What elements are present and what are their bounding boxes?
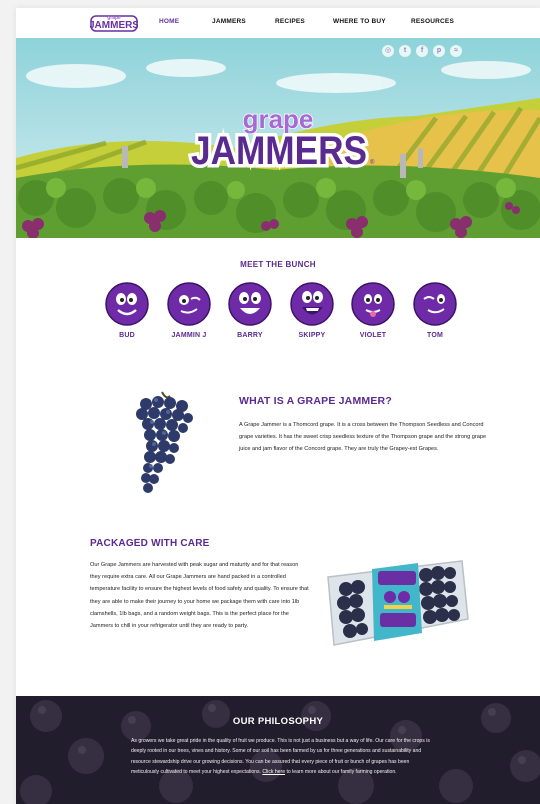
meet-the-bunch-title: MEET THE BUNCH — [240, 260, 316, 269]
instagram-icon[interactable]: ◎ — [382, 45, 394, 57]
svg-text:JAMMERS: JAMMERS — [191, 129, 367, 173]
character-name: VIOLET — [359, 332, 387, 339]
facebook-icon[interactable]: f — [416, 45, 428, 57]
character-name: SKIPPY — [298, 332, 326, 339]
page: JAMMERS grape HOME JAMMERS RECIPES WHERE… — [16, 8, 540, 804]
packaged-body: Our Grape Jammers are harvested with pea… — [90, 562, 309, 630]
social-links: ◎ t f p ≈ — [382, 45, 462, 57]
bud-face-icon — [105, 282, 149, 326]
twitter-icon[interactable]: t — [399, 45, 411, 57]
pinterest-icon[interactable]: p — [433, 45, 445, 57]
hero-illustration: grape JAMMERS ® — [16, 38, 540, 238]
philosophy-title: OUR PHILOSOPHY — [232, 716, 324, 727]
packaged-title: PACKAGED WITH CARE — [90, 538, 210, 549]
character-name: BUD — [119, 332, 135, 339]
character-skippy[interactable]: SKIPPY — [287, 282, 337, 339]
nav-recipes[interactable]: RECIPES — [275, 18, 305, 25]
philosophy-body: As growers we take great pride in the qu… — [131, 736, 431, 777]
tom-face-icon — [413, 282, 457, 326]
svg-text:JAMMERS: JAMMERS — [90, 20, 138, 31]
clamshell-image — [327, 560, 469, 646]
character-bud[interactable]: BUD — [102, 282, 152, 339]
nav-where-to-buy[interactable]: WHERE TO BUY — [333, 18, 386, 25]
nav-home[interactable]: HOME — [159, 18, 179, 25]
character-name: BARRY — [237, 332, 263, 339]
character-jammin-j[interactable]: JAMMIN J — [164, 282, 214, 339]
character-name: JAMMIN J — [171, 332, 207, 339]
nav-resources[interactable]: RESOURCES — [411, 18, 454, 25]
svg-text:®: ® — [370, 159, 375, 166]
character-tom[interactable]: TOM — [410, 282, 460, 339]
philosophy-text-end: to learn more about our family farming o… — [285, 768, 397, 775]
top-nav: JAMMERS grape HOME JAMMERS RECIPES WHERE… — [16, 8, 540, 38]
violet-face-icon — [351, 282, 395, 326]
nav-logo[interactable]: JAMMERS grape — [90, 13, 138, 33]
what-is-title: WHAT IS A GRAPE JAMMER? — [239, 395, 392, 407]
skippy-face-icon — [290, 282, 334, 326]
barry-face-icon — [228, 282, 272, 326]
svg-text:grape: grape — [107, 15, 121, 21]
character-row: BUD JAMMIN J BARRY SKIPPY VIOLET TOM — [102, 282, 462, 352]
character-violet[interactable]: VIOLET — [348, 282, 398, 339]
rss-icon[interactable]: ≈ — [450, 45, 462, 57]
learn-more-link[interactable]: Click here — [262, 769, 285, 775]
nav-jammers[interactable]: JAMMERS — [212, 18, 246, 25]
character-name: TOM — [426, 332, 444, 339]
grape-bunch-image — [136, 391, 193, 493]
character-barry[interactable]: BARRY — [225, 282, 275, 339]
hero-banner: grape JAMMERS ® ◎ t f p ≈ — [16, 38, 540, 238]
jammin-j-face-icon — [167, 282, 211, 326]
what-is-body: A Grape Jammer is a Thomcord grape. It i… — [239, 422, 487, 452]
